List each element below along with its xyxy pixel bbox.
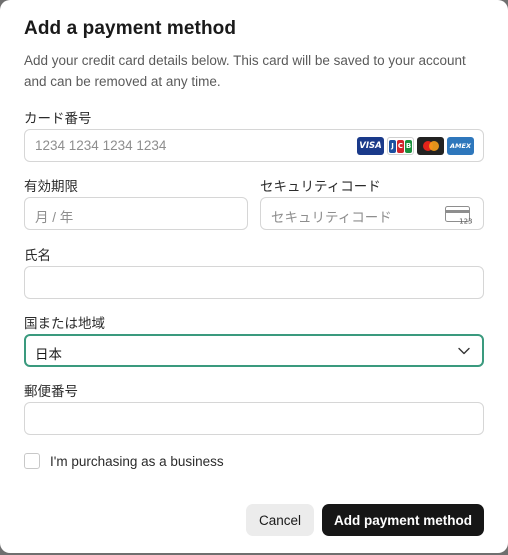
postal-code-label: 郵便番号 xyxy=(24,384,78,399)
expiry-field[interactable]: 月 / 年 xyxy=(24,197,248,230)
dialog-description: Add your credit card details below. This… xyxy=(24,53,466,89)
dialog-title: Add a payment method xyxy=(24,18,237,39)
card-brand-icons: VISA JCB AMEX xyxy=(357,137,474,155)
card-number-label: カード番号 xyxy=(24,111,92,126)
security-code-placeholder: セキュリティコード xyxy=(271,210,392,225)
chevron-down-icon xyxy=(458,347,470,355)
expiry-placeholder: 月 / 年 xyxy=(35,210,74,225)
country-select[interactable]: 日本 xyxy=(24,334,484,367)
country-label: 国または地域 xyxy=(24,316,105,331)
cvc-card-icon: 123 xyxy=(445,206,473,224)
payment-method-dialog: Add a payment method Add your credit car… xyxy=(0,0,508,553)
mastercard-icon xyxy=(417,137,444,155)
add-payment-method-button[interactable]: Add payment method xyxy=(322,504,484,536)
name-label: 氏名 xyxy=(24,248,51,263)
name-field[interactable] xyxy=(24,266,484,299)
expiry-label: 有効期限 xyxy=(24,179,78,194)
visa-icon: VISA xyxy=(357,137,384,155)
postal-code-field[interactable] xyxy=(24,402,484,435)
business-checkbox-label[interactable]: I'm purchasing as a business xyxy=(50,454,224,469)
amex-icon: AMEX xyxy=(447,137,474,155)
jcb-icon: JCB xyxy=(387,137,414,155)
cvc-icon-text: 123 xyxy=(459,218,472,225)
security-code-label: セキュリティコード xyxy=(260,179,381,194)
country-value: 日本 xyxy=(35,347,62,362)
card-number-field[interactable]: 1234 1234 1234 1234 VISA JCB AMEX xyxy=(24,129,484,162)
cancel-button[interactable]: Cancel xyxy=(246,504,314,536)
business-checkbox[interactable] xyxy=(24,453,40,469)
card-number-placeholder: 1234 1234 1234 1234 xyxy=(35,138,167,153)
security-code-field[interactable]: セキュリティコード 123 xyxy=(260,197,484,230)
